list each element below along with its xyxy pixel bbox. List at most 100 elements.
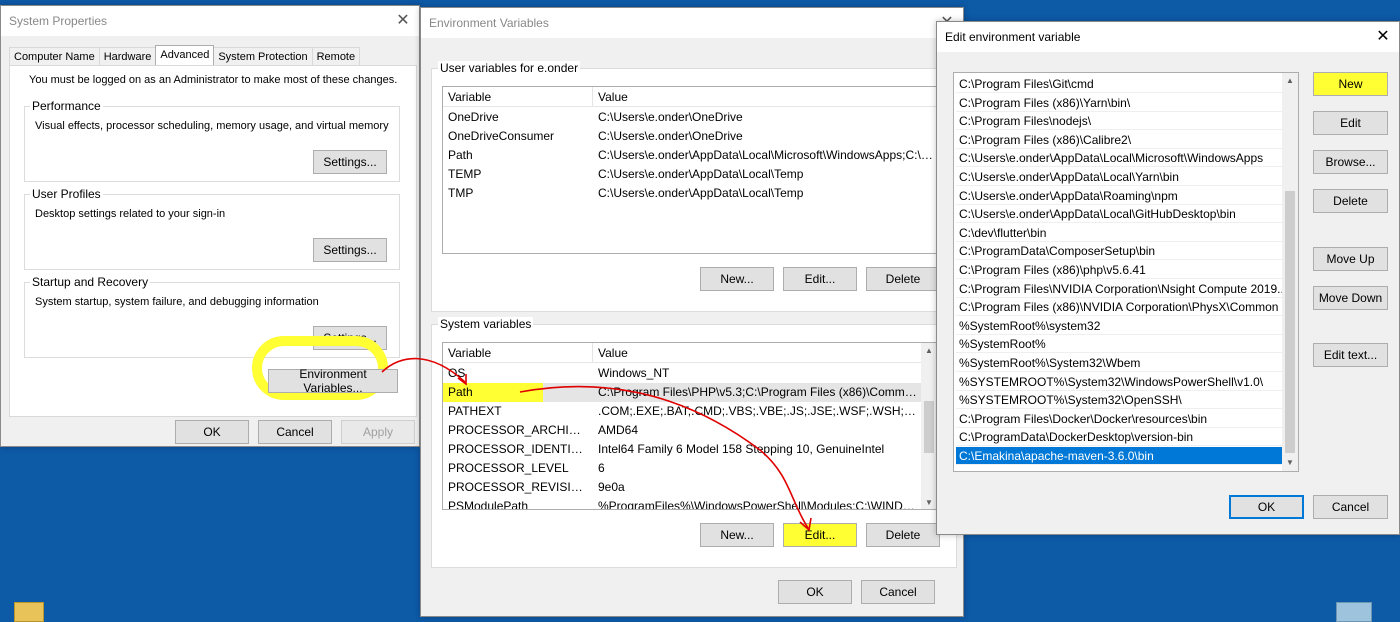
title-bar[interactable]: Edit environment variable ✕ — [937, 22, 1399, 52]
table-row[interactable]: PROCESSOR_REVISION 9e0a — [443, 478, 923, 497]
close-button[interactable]: ✕ — [395, 10, 411, 30]
ok-button[interactable]: OK — [778, 580, 852, 604]
cancel-button[interactable]: Cancel — [258, 420, 332, 444]
scroll-down-arrow[interactable]: ▼ — [1282, 455, 1298, 471]
window-title: Environment Variables — [429, 16, 549, 30]
path-entry[interactable]: C:\Emakina\apache-maven-3.6.0\bin — [956, 447, 1282, 465]
variable-value: 9e0a — [598, 480, 625, 494]
column-variable[interactable]: Variable — [443, 343, 593, 363]
desktop-recycle-icon[interactable] — [1336, 602, 1372, 622]
table-row[interactable]: OS Windows_NT — [443, 364, 923, 383]
variable-name: OneDriveConsumer — [448, 129, 555, 143]
system-edit-button[interactable]: Edit... — [783, 523, 857, 547]
variable-value: AMD64 — [598, 423, 639, 437]
path-entry[interactable]: %SYSTEMROOT%\System32\WindowsPowerShell\… — [956, 373, 1282, 391]
variable-name: PROCESSOR_REVISION — [448, 480, 588, 494]
variable-name: TMP — [448, 186, 474, 200]
scroll-thumb[interactable] — [1285, 191, 1295, 453]
user-delete-button[interactable]: Delete — [866, 267, 940, 291]
variable-name: OS — [448, 366, 466, 380]
table-row[interactable]: TEMP C:\Users\e.onder\AppData\Local\Temp — [443, 165, 937, 184]
path-entry[interactable]: %SYSTEMROOT%\System32\OpenSSH\ — [956, 391, 1282, 410]
system-new-button[interactable]: New... — [700, 523, 774, 547]
path-entry[interactable]: C:\ProgramData\ComposerSetup\bin — [956, 242, 1282, 261]
scroll-up-arrow[interactable]: ▲ — [1282, 73, 1298, 89]
path-entry[interactable]: C:\Users\e.onder\AppData\Local\GitHubDes… — [956, 205, 1282, 224]
column-value[interactable]: Value — [593, 87, 937, 107]
scroll-thumb[interactable] — [924, 401, 934, 453]
scroll-down-arrow[interactable]: ▼ — [921, 495, 937, 509]
advanced-tab-panel: You must be logged on as an Administrato… — [9, 65, 417, 417]
variable-name: PROCESSOR_ARCHITECTU... — [448, 423, 588, 437]
path-entry[interactable]: C:\Program Files\NVIDIA Corporation\Nsig… — [956, 280, 1290, 298]
table-row[interactable]: PROCESSOR_IDENTIFIER Intel64 Family 6 Mo… — [443, 440, 923, 459]
path-entry[interactable]: C:\Program Files (x86)\php\v5.6.41 — [956, 261, 1282, 279]
variable-name: PSModulePath — [448, 499, 529, 510]
ok-button[interactable]: OK — [175, 420, 249, 444]
tab-computer-name[interactable]: Computer Name — [9, 47, 100, 65]
edit-button[interactable]: Edit — [1313, 111, 1388, 135]
path-entry[interactable]: C:\Program Files\Git\cmd — [956, 75, 1282, 93]
path-entry[interactable]: %SystemRoot%\system32 — [956, 317, 1282, 335]
tab-remote[interactable]: Remote — [311, 47, 361, 65]
table-row[interactable]: PATHEXT .COM;.EXE;.BAT;.CMD;.VBS;.VBE;.J… — [443, 402, 923, 421]
user-edit-button[interactable]: Edit... — [783, 267, 857, 291]
performance-settings-button[interactable]: Settings... — [313, 150, 387, 174]
close-button[interactable]: ✕ — [1375, 26, 1391, 46]
path-entry[interactable]: C:\Users\e.onder\AppData\Roaming\npm — [956, 187, 1282, 205]
table-row[interactable]: OneDrive C:\Users\e.onder\OneDrive — [443, 108, 937, 127]
column-value[interactable]: Value — [593, 343, 923, 363]
title-bar[interactable]: Environment Variables ✕ — [421, 8, 963, 38]
scroll-up-arrow[interactable]: ▲ — [921, 343, 937, 359]
variable-value: C:\Users\e.onder\OneDrive — [598, 110, 743, 124]
path-entry[interactable]: C:\Program Files\Docker\Docker\resources… — [956, 410, 1282, 428]
path-entry[interactable]: C:\Program Files (x86)\Yarn\bin\ — [956, 94, 1282, 112]
cancel-button[interactable]: Cancel — [861, 580, 935, 604]
variable-value: C:\Users\e.onder\AppData\Local\Temp — [598, 186, 804, 200]
path-entry[interactable]: C:\dev\flutter\bin — [956, 224, 1282, 242]
window-title: System Properties — [9, 14, 108, 28]
new-button[interactable]: New — [1313, 72, 1388, 96]
user-vars-list[interactable]: Variable Value OneDrive C:\Users\e.onder… — [442, 86, 938, 254]
apply-button[interactable]: Apply — [341, 420, 415, 444]
browse-button[interactable]: Browse... — [1313, 150, 1388, 174]
environment-variables-button[interactable]: Environment Variables... — [268, 367, 398, 395]
variable-name: PATHEXT — [448, 404, 502, 418]
table-row[interactable]: TMP C:\Users\e.onder\AppData\Local\Temp — [443, 184, 937, 203]
title-bar[interactable]: System Properties ✕ — [1, 6, 419, 36]
edit-text-button[interactable]: Edit text... — [1313, 343, 1388, 367]
delete-button[interactable]: Delete — [1313, 189, 1388, 213]
cancel-button[interactable]: Cancel — [1313, 495, 1388, 519]
path-entry[interactable]: C:\Program Files\nodejs\ — [956, 112, 1282, 131]
tab-system-protection[interactable]: System Protection — [213, 47, 313, 65]
table-row[interactable]: Path C:\Users\e.onder\AppData\Local\Micr… — [443, 146, 937, 165]
path-entry[interactable]: C:\Program Files (x86)\Calibre2\ — [956, 131, 1282, 149]
user-new-button[interactable]: New... — [700, 267, 774, 291]
table-row[interactable]: OneDriveConsumer C:\Users\e.onder\OneDri… — [443, 127, 937, 146]
path-entry[interactable]: C:\ProgramData\DockerDesktop\version-bin — [956, 428, 1282, 447]
vertical-scrollbar[interactable]: ▲ ▼ — [1282, 73, 1298, 471]
table-row[interactable]: PROCESSOR_ARCHITECTU... AMD64 — [443, 421, 923, 440]
variable-value: 6 — [598, 461, 605, 475]
move-down-button[interactable]: Move Down — [1313, 286, 1388, 310]
column-variable[interactable]: Variable — [443, 87, 593, 107]
system-vars-list[interactable]: Variable Value OS Windows_NT Path C:\Pro… — [442, 342, 938, 510]
path-entry[interactable]: C:\Program Files (x86)\NVIDIA Corporatio… — [956, 298, 1282, 317]
path-entry[interactable]: C:\Users\e.onder\AppData\Local\Microsoft… — [956, 149, 1282, 168]
table-row[interactable]: PSModulePath %ProgramFiles%\WindowsPower… — [443, 497, 923, 510]
desktop-folder-icon[interactable] — [14, 602, 44, 622]
path-entries-list[interactable]: C:\Program Files\Git\cmd C:\Program Files… — [953, 72, 1299, 472]
performance-label: Performance — [30, 99, 103, 113]
path-entry[interactable]: C:\Users\e.onder\AppData\Local\Yarn\bin — [956, 168, 1282, 186]
table-row[interactable]: Path C:\Program Files\PHP\v5.3;C:\Progra… — [443, 383, 923, 402]
table-row[interactable]: PROCESSOR_LEVEL 6 — [443, 459, 923, 478]
tab-hardware[interactable]: Hardware — [98, 47, 157, 65]
system-delete-button[interactable]: Delete — [866, 523, 940, 547]
tab-advanced[interactable]: Advanced — [155, 45, 215, 65]
move-up-button[interactable]: Move Up — [1313, 247, 1388, 271]
ok-button[interactable]: OK — [1229, 495, 1304, 519]
path-entry[interactable]: %SystemRoot%\System32\Wbem — [956, 354, 1282, 372]
user-profiles-settings-button[interactable]: Settings... — [313, 238, 387, 262]
path-entry[interactable]: %SystemRoot% — [956, 335, 1282, 354]
vertical-scrollbar[interactable]: ▲ ▼ — [921, 343, 937, 509]
